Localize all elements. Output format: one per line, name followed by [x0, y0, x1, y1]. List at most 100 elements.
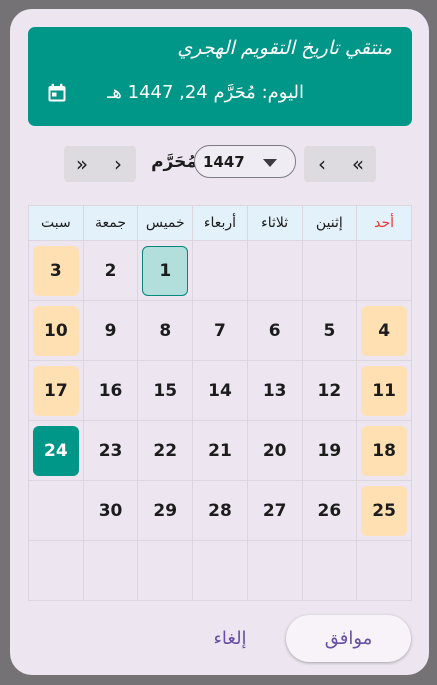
dialog-title: منتقي تاريخ التقويم الهجري [177, 37, 392, 59]
calendar-cell[interactable]: 8 [137, 300, 194, 361]
calendar-week-row: 30 29 28 27 26 25 [28, 480, 412, 541]
calendar-cell[interactable]: 17 [28, 360, 84, 421]
calendar-day[interactable]: 4 [361, 305, 408, 356]
weekday-header: إثنين [301, 205, 358, 241]
calendar-cell [28, 540, 84, 601]
calendar-cell[interactable]: 23 [82, 420, 139, 481]
calendar-day[interactable]: 10 [32, 305, 79, 356]
next-year-button[interactable]: » [64, 146, 100, 182]
dialog-header: منتقي تاريخ التقويم الهجري اليوم: مُحَرَ… [28, 27, 412, 126]
calendar-cell [137, 540, 194, 601]
calendar-week-row: 321 [28, 240, 412, 301]
calendar-day[interactable]: 23 [88, 426, 134, 476]
calendar-cell[interactable]: 25 [356, 480, 412, 541]
calendar-cell [301, 240, 358, 301]
calendar-week-row [28, 540, 412, 601]
calendar-day[interactable]: 20 [252, 426, 298, 476]
calendar-cell[interactable]: 22 [137, 420, 194, 481]
calendar-day[interactable]: 7 [197, 306, 243, 356]
calendar-cell[interactable]: 16 [82, 360, 139, 421]
calendar-week-row: 17 16 15 14 13 12 11 [28, 360, 412, 421]
calendar-icon[interactable] [47, 83, 67, 103]
weekday-header-sunday: أحد [356, 205, 412, 241]
calendar-day[interactable]: 17 [32, 365, 79, 416]
calendar-cell[interactable]: 1 [137, 240, 194, 301]
calendar-day[interactable]: 2 [88, 246, 134, 296]
calendar-cell[interactable]: 19 [301, 420, 358, 481]
ok-button[interactable]: موافق [286, 615, 411, 662]
calendar-day[interactable]: 21 [197, 426, 243, 476]
year-value: 1447 [203, 153, 245, 171]
calendar-cell[interactable]: 30 [82, 480, 139, 541]
calendar-day[interactable]: 26 [306, 486, 352, 536]
calendar-cell[interactable]: 7 [192, 300, 248, 361]
calendar-day[interactable]: 25 [361, 485, 408, 536]
calendar-day[interactable]: 29 [142, 486, 188, 536]
weekday-header-row: سبت جمعة خميس أربعاء ثلاثاء إثنين أحد [28, 205, 412, 241]
calendar-cell [246, 540, 303, 601]
calendar-cell[interactable]: 15 [137, 360, 194, 421]
year-dropdown[interactable]: 1447 [194, 145, 296, 178]
calendar-day[interactable]: 30 [88, 486, 134, 536]
prev-month-button[interactable]: ‹ [304, 146, 340, 182]
calendar-cell [28, 480, 84, 541]
calendar-cell[interactable]: 10 [28, 300, 84, 361]
calendar-cell[interactable]: 11 [356, 360, 412, 421]
calendar-cell[interactable]: 2 [82, 240, 139, 301]
calendar-cell [192, 240, 248, 301]
calendar-cell[interactable]: 6 [246, 300, 303, 361]
calendar-cell[interactable]: 5 [301, 300, 358, 361]
calendar-cell [192, 540, 248, 601]
calendar-cell [246, 240, 303, 301]
today-display: اليوم: مُحَرَّم 24, 1447 هـ [107, 82, 304, 103]
calendar-day[interactable]: 13 [252, 366, 298, 416]
calendar-day[interactable]: 11 [361, 365, 408, 416]
calendar-cell[interactable]: 12 [301, 360, 358, 421]
calendar-cell[interactable]: 24 [28, 420, 84, 481]
calendar-day[interactable]: 28 [197, 486, 243, 536]
month-label: مُحَرَّم [151, 152, 197, 172]
calendar-cell [356, 540, 412, 601]
next-month-button[interactable]: › [100, 146, 136, 182]
calendar-cell [301, 540, 358, 601]
prev-year-button[interactable]: « [340, 146, 376, 182]
calendar-cell[interactable]: 26 [301, 480, 358, 541]
date-picker-dialog: منتقي تاريخ التقويم الهجري اليوم: مُحَرَ… [10, 9, 429, 675]
calendar-cell[interactable]: 28 [192, 480, 248, 541]
today-date: مُحَرَّم 24, 1447 هـ [107, 82, 256, 103]
calendar-day[interactable]: 14 [197, 366, 243, 416]
calendar-cell[interactable]: 13 [246, 360, 303, 421]
calendar-week-row: 24 23 22 21 20 19 18 [28, 420, 412, 481]
calendar-day[interactable]: 8 [142, 306, 188, 356]
calendar-cell[interactable]: 3 [28, 240, 84, 301]
forward-nav-group: » › [64, 146, 136, 182]
calendar-day[interactable]: 1 [142, 245, 189, 296]
calendar-day[interactable]: 27 [252, 486, 298, 536]
calendar-day-today[interactable]: 24 [32, 425, 79, 476]
chevron-down-icon [263, 159, 277, 167]
calendar-cell[interactable]: 27 [246, 480, 303, 541]
calendar-day[interactable]: 22 [142, 426, 188, 476]
calendar-day[interactable]: 5 [306, 306, 352, 356]
calendar-cell[interactable]: 18 [356, 420, 412, 481]
calendar-cell[interactable]: 4 [356, 300, 412, 361]
cancel-button[interactable]: إلغاء [200, 615, 260, 662]
calendar-day[interactable]: 16 [88, 366, 134, 416]
calendar-day[interactable]: 6 [252, 306, 298, 356]
calendar-grid: سبت جمعة خميس أربعاء ثلاثاء إثنين أحد 32… [28, 205, 412, 601]
calendar-cell[interactable]: 21 [192, 420, 248, 481]
calendar-day[interactable]: 3 [32, 245, 79, 296]
calendar-cell[interactable]: 29 [137, 480, 194, 541]
calendar-day[interactable]: 18 [361, 425, 408, 476]
calendar-day[interactable]: 19 [306, 426, 352, 476]
calendar-day[interactable]: 9 [88, 306, 134, 356]
calendar-cell [356, 240, 412, 301]
calendar-day[interactable]: 15 [142, 366, 188, 416]
calendar-cell[interactable]: 20 [246, 420, 303, 481]
today-label: اليوم: [261, 82, 304, 103]
calendar-cell[interactable]: 9 [82, 300, 139, 361]
backward-nav-group: ‹ « [304, 146, 376, 182]
calendar-cell[interactable]: 14 [192, 360, 248, 421]
calendar-day[interactable]: 12 [306, 366, 352, 416]
weekday-header: خميس [137, 205, 194, 241]
